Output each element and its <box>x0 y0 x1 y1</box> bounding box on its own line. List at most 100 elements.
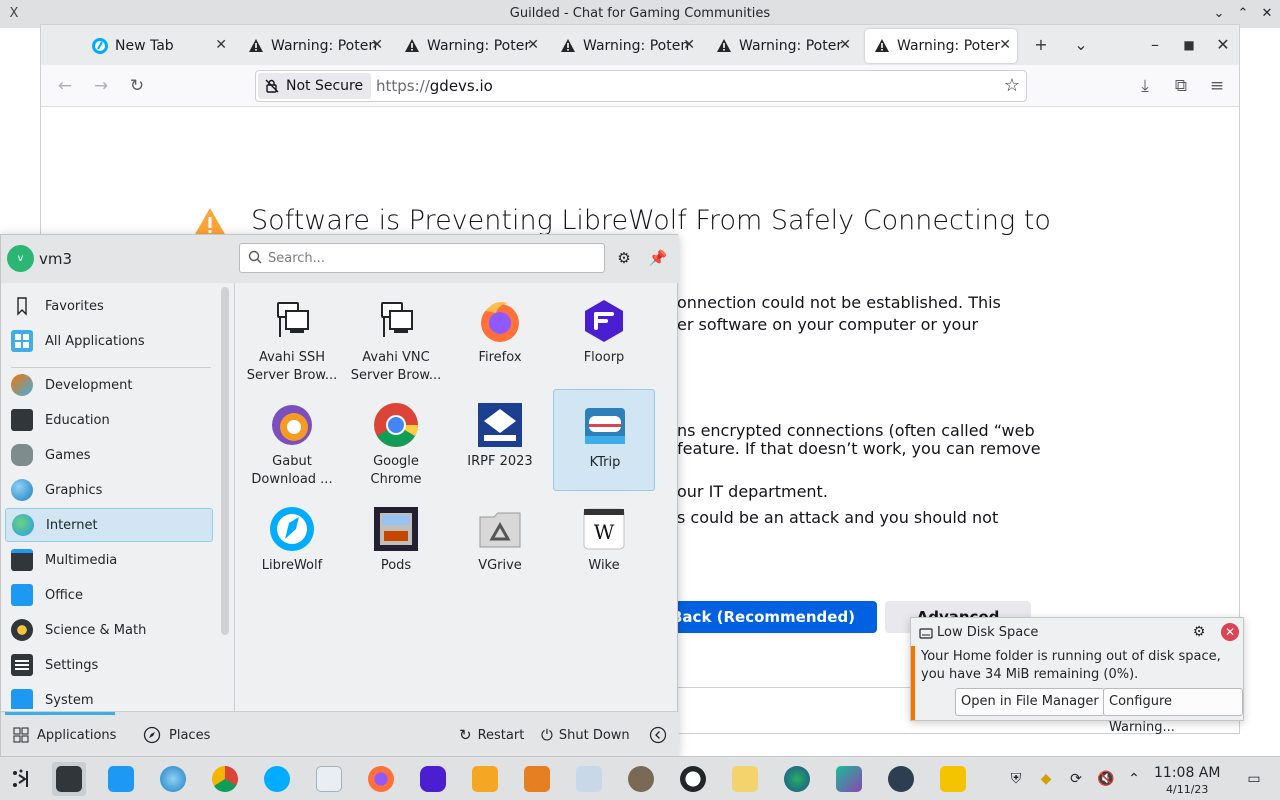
bookmark-star-icon[interactable]: ☆ <box>1004 75 1020 96</box>
launcher-button[interactable] <box>4 762 38 796</box>
download-icon[interactable]: ⤓ <box>1133 74 1157 98</box>
tab-applications[interactable]: Applications <box>13 724 116 746</box>
category-office[interactable]: Office <box>5 578 213 612</box>
back-arrow-icon[interactable]: ← <box>53 74 77 98</box>
taskbar-app[interactable] <box>468 762 502 796</box>
shutdown-button[interactable]: ⏻ Shut Down <box>541 724 630 746</box>
avatar[interactable]: v <box>7 245 34 272</box>
shield-icon[interactable]: ⛨ <box>1006 769 1026 789</box>
taskbar-app[interactable] <box>312 762 346 796</box>
not-secure-indicator[interactable]: Not Secure <box>258 73 372 99</box>
close-button[interactable]: ✕ <box>1211 33 1235 57</box>
leave-more-button[interactable] <box>649 724 667 746</box>
close-icon[interactable]: ✕ <box>999 37 1011 53</box>
app-ktrip[interactable]: KTrip <box>553 389 655 491</box>
category-multimedia[interactable]: Multimedia <box>5 543 213 577</box>
category-games[interactable]: Games <box>5 438 213 472</box>
tab-warning[interactable]: Warning: Poten ✕ <box>551 29 701 63</box>
taskbar-network[interactable] <box>156 762 190 796</box>
configure-icon[interactable]: ⚙ <box>613 247 635 269</box>
close-icon[interactable]: ✕ <box>1221 623 1239 641</box>
forward-arrow-icon[interactable]: → <box>89 74 113 98</box>
app-avahi-ssh[interactable]: Avahi SSH Server Brow... <box>241 285 343 387</box>
app-wike[interactable]: W Wike <box>553 493 655 595</box>
reload-icon[interactable]: ↻ <box>125 74 149 98</box>
extensions-icon[interactable]: ⧉ <box>1169 74 1193 98</box>
taskbar-librewolf[interactable] <box>260 762 294 796</box>
tab-warning[interactable]: Warning: Poter ✕ <box>707 29 857 63</box>
app-google-chrome[interactable]: Google Chrome <box>345 389 447 491</box>
category-internet[interactable]: Internet <box>5 508 213 542</box>
url-bar[interactable]: Not Secure https://gdevs.io ☆ <box>255 70 1027 102</box>
category-education[interactable]: Education <box>5 403 213 437</box>
minimize-button[interactable]: – <box>1143 33 1167 57</box>
list-tabs-chevron-icon[interactable]: ⌄ <box>1069 33 1093 57</box>
volume-muted-icon[interactable]: 🔇 <box>1096 769 1116 789</box>
guilded-tray-icon[interactable]: ◆ <box>1036 769 1056 789</box>
app-label: KTrip <box>589 455 621 470</box>
url-text[interactable]: https://gdevs.io <box>376 77 493 95</box>
new-tab-button[interactable]: + <box>1029 33 1053 57</box>
tab-new-tab[interactable]: New Tab ✕ <box>83 29 233 63</box>
category-settings[interactable]: Settings <box>5 648 213 682</box>
app-firefox[interactable]: Firefox <box>449 285 551 387</box>
app-floorp[interactable]: Floorp <box>553 285 655 387</box>
taskbar-app[interactable] <box>780 762 814 796</box>
maximize-button[interactable]: ■ <box>1177 33 1201 57</box>
taskbar-app[interactable] <box>832 762 866 796</box>
close-icon[interactable]: ✕ <box>215 37 227 53</box>
category-all-applications[interactable]: All Applications <box>5 324 213 358</box>
app-irpf-2023[interactable]: IRPF 2023 <box>449 389 551 491</box>
taskbar-floorp[interactable] <box>416 762 450 796</box>
category-favorites[interactable]: Favorites <box>5 289 213 323</box>
category-graphics[interactable]: Graphics <box>5 473 213 507</box>
taskbar-gimp[interactable] <box>624 762 658 796</box>
menu-icon[interactable]: ≡ <box>1205 74 1229 98</box>
tab-warning-active[interactable]: Warning: Poter ✕ <box>865 29 1017 63</box>
chevron-up-icon[interactable]: ⌃ <box>1232 4 1254 24</box>
taskbar-app[interactable] <box>520 762 554 796</box>
compass-icon <box>143 726 161 744</box>
taskbar-app[interactable] <box>728 762 762 796</box>
close-icon[interactable]: ✕ <box>683 37 695 53</box>
taskbar-guilded[interactable] <box>936 762 970 796</box>
category-science-math[interactable]: Science & Math <box>5 613 213 647</box>
chevron-up-icon[interactable]: ⌃ <box>1124 769 1144 789</box>
category-system[interactable]: System <box>5 683 213 709</box>
bookmark-icon <box>11 295 33 317</box>
search-field[interactable] <box>239 243 605 273</box>
configure-icon[interactable]: ⚙ <box>1189 622 1209 642</box>
pin-icon[interactable]: 📌 <box>647 247 669 269</box>
clock-time[interactable]: 11:08 AM <box>1154 765 1220 781</box>
app-pods[interactable]: Pods <box>345 493 447 595</box>
clock-date[interactable]: 4/11/23 <box>1166 783 1208 796</box>
close-icon[interactable]: ✕ <box>839 37 851 53</box>
show-desktop-icon[interactable]: ▭ <box>1244 769 1264 789</box>
scrollbar[interactable] <box>221 287 229 635</box>
taskbar-firefox[interactable] <box>364 762 398 796</box>
update-icon[interactable]: ⟳ <box>1066 769 1086 789</box>
app-librewolf[interactable]: LibreWolf <box>241 493 343 595</box>
configure-warning-button[interactable]: Configure Warning... <box>1103 688 1243 735</box>
app-vgrive[interactable]: VGrive <box>449 493 551 595</box>
close-window-button[interactable]: ✕ <box>1256 4 1278 24</box>
taskbar-system-settings[interactable] <box>52 762 86 796</box>
taskbar-discover[interactable] <box>104 762 138 796</box>
open-file-manager-button[interactable]: Open in File Manager <box>955 688 1105 716</box>
tab-warning[interactable]: Warning: Poter ✕ <box>395 29 545 63</box>
close-icon[interactable]: ✕ <box>527 37 539 53</box>
close-icon[interactable]: ✕ <box>371 37 383 53</box>
taskbar-app[interactable] <box>676 762 710 796</box>
app-avahi-vnc[interactable]: Avahi VNC Server Brow... <box>345 285 447 387</box>
taskbar-app[interactable] <box>884 762 918 796</box>
search-input[interactable] <box>268 249 588 267</box>
drive-icon <box>919 628 933 639</box>
chevron-down-icon[interactable]: ⌄ <box>1208 4 1230 24</box>
tab-places[interactable]: Places <box>143 724 210 746</box>
category-development[interactable]: Development <box>5 368 213 402</box>
tab-warning[interactable]: Warning: Poten ✕ <box>239 29 389 63</box>
taskbar-chrome[interactable] <box>208 762 242 796</box>
app-gabut[interactable]: Gabut Download ... <box>241 389 343 491</box>
taskbar-app[interactable] <box>572 762 606 796</box>
restart-button[interactable]: ↻ Restart <box>459 724 524 746</box>
